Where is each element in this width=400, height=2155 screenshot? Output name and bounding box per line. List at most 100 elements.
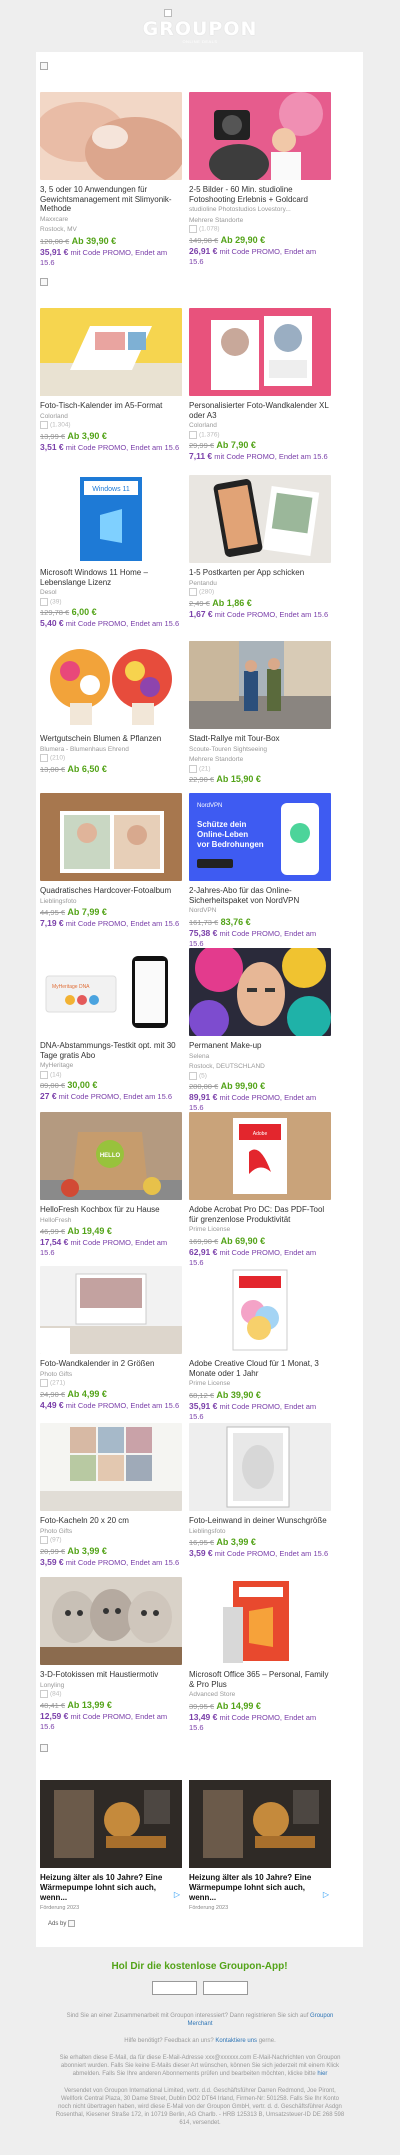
groupon-logo[interactable]: GROUPON bbox=[0, 18, 400, 40]
ad-title[interactable]: Heizung älter als 10 Jahre? Eine Wärmepu… bbox=[40, 1873, 182, 1903]
original-price: 16,95 € bbox=[189, 1538, 215, 1547]
ad-title[interactable]: Heizung älter als 10 Jahre? Eine Wärmepu… bbox=[189, 1873, 331, 1903]
deal-title[interactable]: Foto-Kacheln 20 x 20 cm bbox=[40, 1516, 182, 1526]
deal-title[interactable]: Adobe Acrobat Pro DC: Das PDF-Tool für g… bbox=[189, 1205, 331, 1224]
promo-price: 7,11 € bbox=[189, 451, 213, 462]
deal-card[interactable]: Adobe Adobe Acrobat Pro DC: Das PDF-Tool… bbox=[189, 1112, 331, 1268]
deal-image[interactable] bbox=[189, 948, 331, 1036]
original-price: 129,78 € bbox=[40, 608, 70, 618]
deal-image[interactable]: Adobe bbox=[189, 1112, 331, 1200]
rating-count: (210) bbox=[40, 754, 182, 763]
subscription-info: Sie erhalten diese E-Mail, da für diese … bbox=[59, 2055, 341, 2077]
promo-note: mit Code PROMO, Endet am 15.6 bbox=[65, 919, 180, 928]
deal-card[interactable]: Microsoft Office 365 – Personal, Family … bbox=[189, 1577, 331, 1733]
merchant-name: Pentandu bbox=[189, 579, 217, 587]
deal-card[interactable]: Personalisierter Foto-Wandkalender XL od… bbox=[189, 308, 331, 462]
ad-image[interactable] bbox=[40, 1780, 182, 1868]
original-price: 149,98 € bbox=[189, 235, 219, 245]
original-price: 29,99 € bbox=[189, 441, 215, 451]
unsubscribe-link[interactable]: hier bbox=[317, 2071, 327, 2077]
original-price: 280,00 € bbox=[189, 1082, 219, 1092]
ad-image[interactable] bbox=[189, 1780, 331, 1868]
deal-card[interactable]: Foto-Leinwand in deiner Wunschgröße Lieb… bbox=[189, 1423, 331, 1559]
google-play-badge[interactable] bbox=[202, 1981, 248, 1995]
contact-link[interactable]: Kontaktiere uns bbox=[215, 2038, 257, 2044]
deal-card[interactable]: 3, 5 oder 10 Anwendungen für Gewichtsman… bbox=[40, 92, 182, 268]
deal-title[interactable]: HelloFresh Kochbox für zu Hause bbox=[40, 1205, 182, 1215]
deal-title[interactable]: 2-Jahres-Abo für das Online-Sicherheitsp… bbox=[189, 886, 331, 905]
deal-title[interactable]: Permanent Make-up bbox=[189, 1041, 331, 1051]
deal-title[interactable]: DNA-Abstammungs-Testkit opt. mit 30 Tage… bbox=[40, 1041, 182, 1060]
deal-card[interactable]: Foto-Tisch-Kalender im A5-Format Colorla… bbox=[40, 308, 182, 453]
ads-by-label[interactable]: Ads by bbox=[48, 1920, 76, 1927]
deal-title[interactable]: 1-5 Postkarten per App schicken bbox=[189, 568, 331, 578]
deal-title[interactable]: Foto-Wandkalender in 2 Größen bbox=[40, 1359, 182, 1369]
deal-image[interactable] bbox=[189, 1423, 331, 1511]
deal-card[interactable]: Adobe Creative Cloud für 1 Monat, 3 Mona… bbox=[189, 1266, 331, 1422]
deal-card[interactable]: 3-D-Fotokissen mit Haustiermotiv Lonylin… bbox=[40, 1577, 182, 1732]
merchant-name: studioline Photostudios Lovestory... bbox=[189, 206, 291, 213]
promo-price: 27 € bbox=[40, 1091, 57, 1102]
deal-title[interactable]: Microsoft Office 365 – Personal, Family … bbox=[189, 1670, 331, 1689]
deal-image[interactable]: MyHeritage DNA bbox=[40, 948, 182, 1036]
original-price: 22,90 € bbox=[189, 775, 215, 785]
deal-title[interactable]: Foto-Leinwand in deiner Wunschgröße bbox=[189, 1516, 331, 1526]
deal-image[interactable]: HELLO bbox=[40, 1112, 182, 1200]
deal-card[interactable]: Windows 11 Microsoft Windows 11 Home – L… bbox=[40, 475, 182, 629]
promo-price: 3,51 € bbox=[40, 441, 64, 452]
ad-source: Förderung 2023 bbox=[189, 1905, 229, 1911]
deal-title[interactable]: Personalisierter Foto-Wandkalender XL od… bbox=[189, 401, 331, 420]
deal-title[interactable]: 3, 5 oder 10 Anwendungen für Gewichtsman… bbox=[40, 185, 182, 214]
deal-card[interactable]: Foto-Kacheln 20 x 20 cm Photo Gifts (97)… bbox=[40, 1423, 182, 1568]
deal-card[interactable]: HELLO HelloFresh Kochbox für zu Hause He… bbox=[40, 1112, 182, 1258]
ad-choices-icon[interactable]: ▷ bbox=[174, 1890, 180, 1899]
merchant-name: Colorland bbox=[40, 412, 68, 420]
legal-notice: Versendet von Groupon International Limi… bbox=[55, 2088, 345, 2126]
deal-image[interactable] bbox=[189, 641, 331, 729]
app-store-badge[interactable] bbox=[151, 1981, 197, 1995]
deal-image[interactable] bbox=[40, 793, 182, 881]
deal-image[interactable] bbox=[40, 1266, 182, 1354]
deal-price: Ab 13,99 € bbox=[67, 1699, 112, 1710]
rating-count: (39) bbox=[40, 598, 182, 607]
deal-image[interactable] bbox=[40, 1423, 182, 1511]
deal-card[interactable]: Wertgutschein Blumen & Pflanzen Blumera … bbox=[40, 641, 182, 775]
deal-image[interactable] bbox=[189, 1266, 331, 1354]
deal-image[interactable] bbox=[40, 641, 182, 729]
deal-title[interactable]: Adobe Creative Cloud für 1 Monat, 3 Mona… bbox=[189, 1359, 331, 1378]
deal-card[interactable]: 1-5 Postkarten per App schicken Pentandu… bbox=[189, 475, 331, 620]
original-price: 89,00 € bbox=[40, 1081, 66, 1091]
deal-image[interactable] bbox=[40, 92, 182, 180]
deal-title[interactable]: Quadratisches Hardcover-Fotoalbum bbox=[40, 886, 182, 896]
deal-image[interactable]: Windows 11 bbox=[40, 475, 182, 563]
ad-choices-icon[interactable]: ▷ bbox=[323, 1890, 329, 1899]
rating-count: (97) bbox=[40, 1536, 182, 1545]
deal-card[interactable]: NordVPN Schütze dein Online-Leben vor Bedro… bbox=[189, 793, 331, 949]
deal-card[interactable]: Stadt-Rallye mit Tour-Box Scoute-Touren … bbox=[189, 641, 331, 785]
deal-image[interactable] bbox=[189, 92, 331, 180]
deal-card[interactable]: Permanent Make-up Selena Rostock, DEUTSC… bbox=[189, 948, 331, 1113]
deal-card[interactable]: 2-5 Bilder - 60 Min. studioline Fotoshoo… bbox=[189, 92, 331, 267]
original-price: 20,99 € bbox=[40, 1546, 66, 1556]
deal-title[interactable]: Stadt-Rallye mit Tour-Box bbox=[189, 734, 331, 744]
deal-title[interactable]: Foto-Tisch-Kalender im A5-Format bbox=[40, 401, 182, 411]
deal-card[interactable]: MyHeritage DNA DNA-Abstammungs-Testkit o… bbox=[40, 948, 182, 1102]
deal-title[interactable]: 3-D-Fotokissen mit Haustiermotiv bbox=[40, 1670, 182, 1680]
deal-title[interactable]: Microsoft Windows 11 Home – Lebenslange … bbox=[40, 568, 182, 587]
deal-card[interactable]: Foto-Wandkalender in 2 Größen Photo Gift… bbox=[40, 1266, 182, 1411]
deal-title[interactable]: Wertgutschein Blumen & Pflanzen bbox=[40, 734, 182, 744]
broken-image-icon bbox=[40, 278, 48, 286]
sponsored-ad[interactable]: Heizung älter als 10 Jahre? Eine Wärmepu… bbox=[189, 1780, 331, 1911]
svg-text:MyHeritage DNA: MyHeritage DNA bbox=[52, 984, 90, 990]
deal-card[interactable]: Quadratisches Hardcover-Fotoalbum Liebli… bbox=[40, 793, 182, 929]
deal-image[interactable] bbox=[40, 308, 182, 396]
deal-image[interactable] bbox=[189, 308, 331, 396]
deal-image[interactable]: NordVPN Schütze dein Online-Leben vor Bedro… bbox=[189, 793, 331, 881]
deal-image[interactable] bbox=[189, 1577, 331, 1665]
deal-image[interactable] bbox=[40, 1577, 182, 1665]
deal-image[interactable] bbox=[189, 475, 331, 563]
deal-title[interactable]: 2-5 Bilder - 60 Min. studioline Fotoshoo… bbox=[189, 185, 331, 204]
original-price: 39,95 € bbox=[189, 1701, 215, 1711]
sponsored-ad[interactable]: Heizung älter als 10 Jahre? Eine Wärmepu… bbox=[40, 1780, 182, 1911]
merchant-name: Blumera - Blumenhaus Ehrend bbox=[40, 745, 129, 753]
